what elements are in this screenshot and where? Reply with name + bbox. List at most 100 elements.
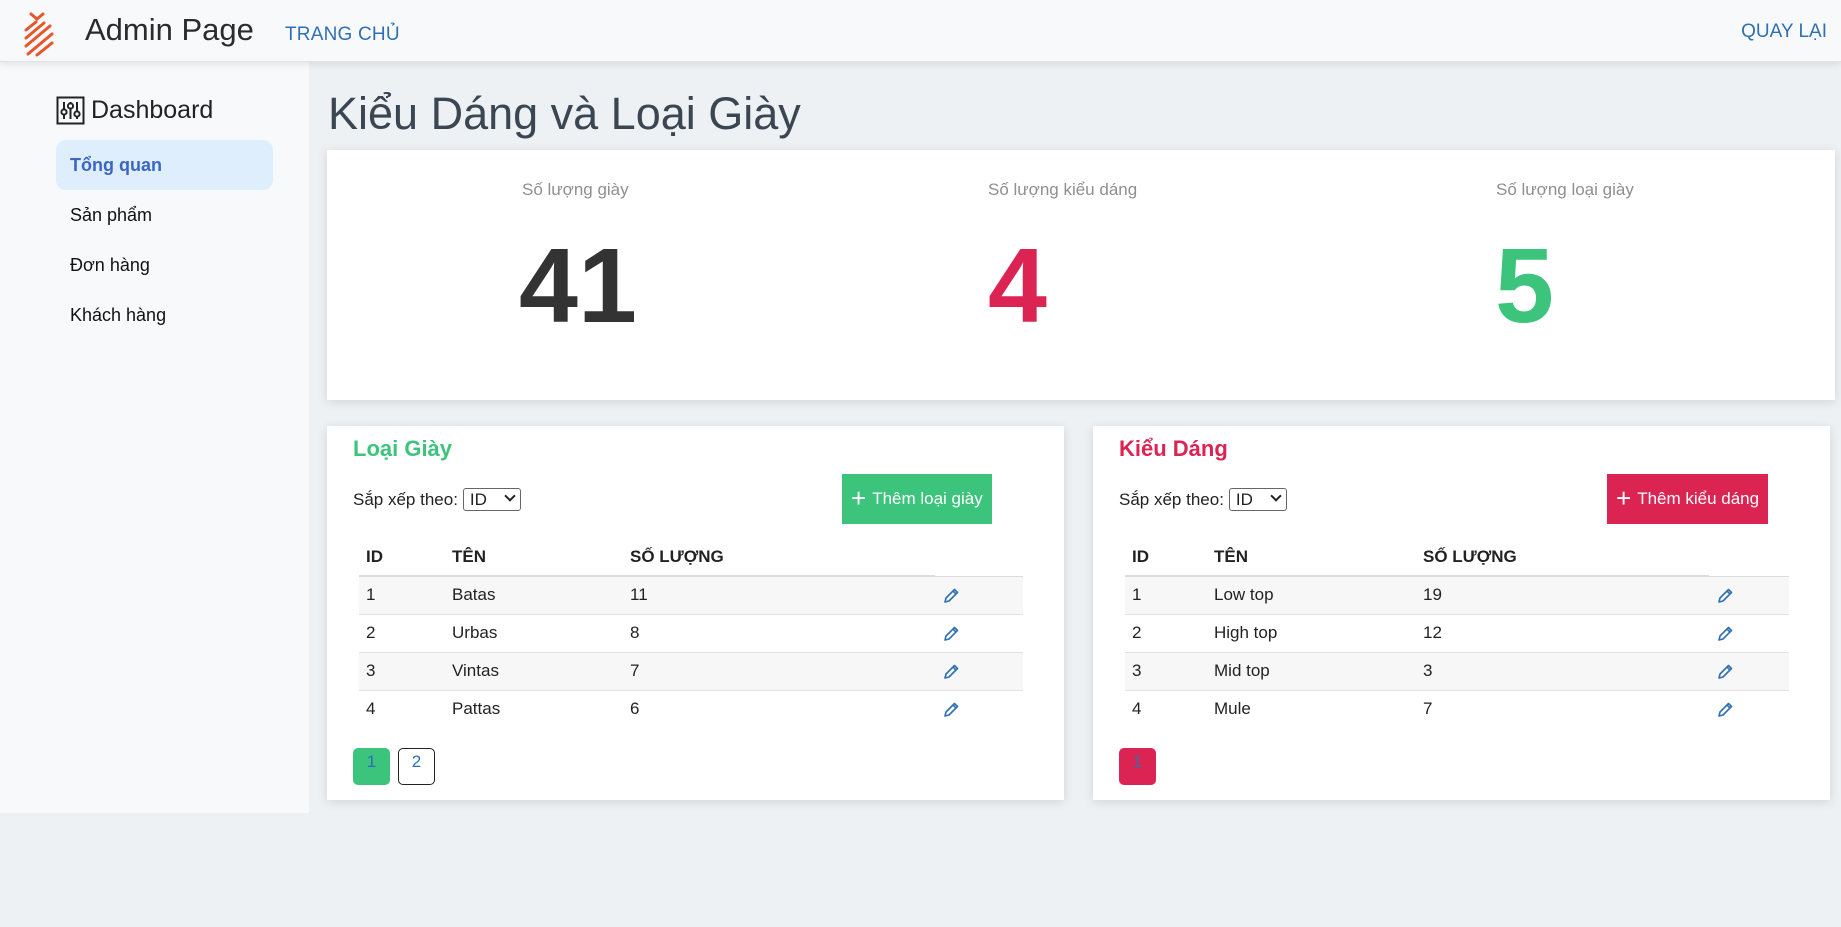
column-header[interactable]: TÊN [445, 538, 623, 577]
plus-icon: + [1616, 482, 1632, 513]
cell-id: 4 [1132, 699, 1142, 719]
cell-actions [1709, 614, 1789, 653]
nav-back-link[interactable]: QUAY LẠI [1741, 21, 1827, 43]
chevron-down-icon [1270, 490, 1282, 502]
sidebar-title: Dashboard [56, 96, 213, 125]
stat-value: 5 [1495, 227, 1554, 345]
add-button-label: Thêm kiểu dáng [1637, 489, 1760, 508]
add-shoe-type-button[interactable]: + Thêm loại giày [842, 474, 992, 524]
shoe-type-card: Loại Giày Sắp xếp theo: ID + Thêm loại g… [327, 426, 1064, 800]
column-header[interactable]: TÊN [1207, 538, 1416, 577]
cell-name: Pattas [452, 699, 501, 719]
cell-name: Urbas [445, 614, 623, 653]
stat-label: Số lượng loại giày [1496, 180, 1634, 199]
pencil-icon[interactable] [1716, 587, 1734, 605]
stat-value: 4 [988, 227, 1047, 345]
table-row: 1 Batas 11 [359, 576, 1023, 615]
pencil-icon[interactable] [942, 663, 960, 681]
cell-id: 4 [366, 699, 376, 719]
plus-icon: + [851, 482, 867, 513]
cell-name: Batas [445, 576, 623, 615]
shoe-type-table: ID TÊN SỐ LƯỢNG 1 Batas 11 2 Urbas 8 3 V… [359, 538, 1023, 728]
cell-id: 3 [359, 652, 445, 691]
sidebar-item-orders[interactable]: Đơn hàng [56, 240, 273, 290]
page-button-active[interactable]: 1 [1119, 748, 1156, 785]
cell-name: Low top [1207, 576, 1416, 615]
sort-control: Sắp xếp theo: ID [1119, 488, 1287, 511]
column-header[interactable]: ID [359, 538, 445, 577]
pagination: 1 2 [353, 748, 435, 785]
column-header[interactable]: SỐ LƯỢNG [1416, 538, 1709, 577]
cell-name: High top [1207, 614, 1416, 653]
add-button-label: Thêm loại giày [872, 489, 983, 508]
cell-id: 1 [359, 576, 445, 615]
cell-actions [1709, 576, 1789, 615]
sort-label: Sắp xếp theo: [353, 489, 458, 509]
pencil-icon[interactable] [1716, 701, 1734, 719]
column-header-actions [1709, 538, 1789, 577]
card-title: Loại Giày [353, 436, 453, 461]
pagination: 1 [1119, 748, 1156, 785]
stats-panel: Số lượng giày 41 Số lượng kiểu dáng 4 Số… [327, 150, 1835, 400]
table-row: 2 High top 12 [1125, 614, 1789, 653]
pencil-icon[interactable] [942, 625, 960, 643]
table-row: 2 Urbas 8 [359, 614, 1023, 653]
nav-home-link[interactable]: TRANG CHỦ [285, 24, 400, 46]
cell-id: 3 [1125, 652, 1207, 691]
cell-actions [935, 652, 1023, 691]
stat-label: Số lượng giày [522, 180, 629, 199]
cell-id: 2 [1125, 614, 1207, 653]
cell-quantity: 7 [1423, 699, 1433, 719]
sidebar-item-products[interactable]: Sản phẩm [56, 190, 273, 240]
sort-select-value: ID [469, 490, 487, 509]
cell-id: 1 [1125, 576, 1207, 615]
table-row: 3 Mid top 3 [1125, 652, 1789, 691]
table-row: 3 Vintas 7 [359, 652, 1023, 691]
shoe-style-card: Kiểu Dáng Sắp xếp theo: ID + Thêm kiểu d… [1093, 426, 1830, 800]
cell-quantity: 6 [630, 699, 640, 719]
sort-select[interactable]: ID [462, 488, 521, 511]
cell-actions [1709, 690, 1789, 728]
pencil-icon[interactable] [942, 587, 960, 605]
striped-logo-icon[interactable] [22, 10, 56, 58]
cell-name: Mule [1214, 699, 1251, 719]
cell-quantity: 11 [623, 576, 935, 615]
sort-label: Sắp xếp theo: [1119, 489, 1224, 509]
sidebar-item-customers[interactable]: Khách hàng [56, 290, 273, 340]
column-header-actions [935, 538, 1023, 577]
cell-id: 2 [359, 614, 445, 653]
sort-control: Sắp xếp theo: ID [353, 488, 521, 511]
page-button-active[interactable]: 1 [353, 748, 390, 785]
brand-title: Admin Page [85, 12, 254, 47]
cell-actions [935, 576, 1023, 615]
page-button[interactable]: 2 [398, 748, 435, 785]
table-row: 4 Pattas 6 [359, 690, 1023, 728]
column-header[interactable]: SỐ LƯỢNG [623, 538, 935, 577]
chevron-down-icon [504, 490, 516, 502]
cell-quantity: 8 [623, 614, 935, 653]
sort-select-value: ID [1235, 490, 1253, 509]
shoe-style-table: ID TÊN SỐ LƯỢNG 1 Low top 19 2 High top … [1125, 538, 1789, 728]
sidebar-title-label: Dashboard [91, 96, 214, 124]
cell-name: Mid top [1207, 652, 1416, 691]
pencil-icon[interactable] [1716, 625, 1734, 643]
stat-value: 41 [519, 227, 637, 345]
table-row: 4 Mule 7 [1125, 690, 1789, 728]
sort-select[interactable]: ID [1228, 488, 1287, 511]
pencil-icon[interactable] [1716, 663, 1734, 681]
card-title: Kiểu Dáng [1119, 436, 1228, 461]
cell-actions [935, 690, 1023, 728]
top-navbar: Admin Page TRANG CHỦ QUAY LẠI [0, 0, 1841, 62]
sliders-icon [56, 96, 85, 125]
cell-quantity: 7 [623, 652, 935, 691]
cell-quantity: 3 [1416, 652, 1709, 691]
column-header[interactable]: ID [1125, 538, 1207, 577]
cell-actions [1709, 652, 1789, 691]
stat-label: Số lượng kiểu dáng [988, 180, 1138, 199]
add-shoe-style-button[interactable]: + Thêm kiểu dáng [1607, 474, 1769, 524]
cell-quantity: 19 [1416, 576, 1709, 615]
pencil-icon[interactable] [942, 701, 960, 719]
cell-name: Vintas [445, 652, 623, 691]
sidebar-item-overview[interactable]: Tổng quan [56, 140, 273, 190]
cell-quantity: 12 [1416, 614, 1709, 653]
